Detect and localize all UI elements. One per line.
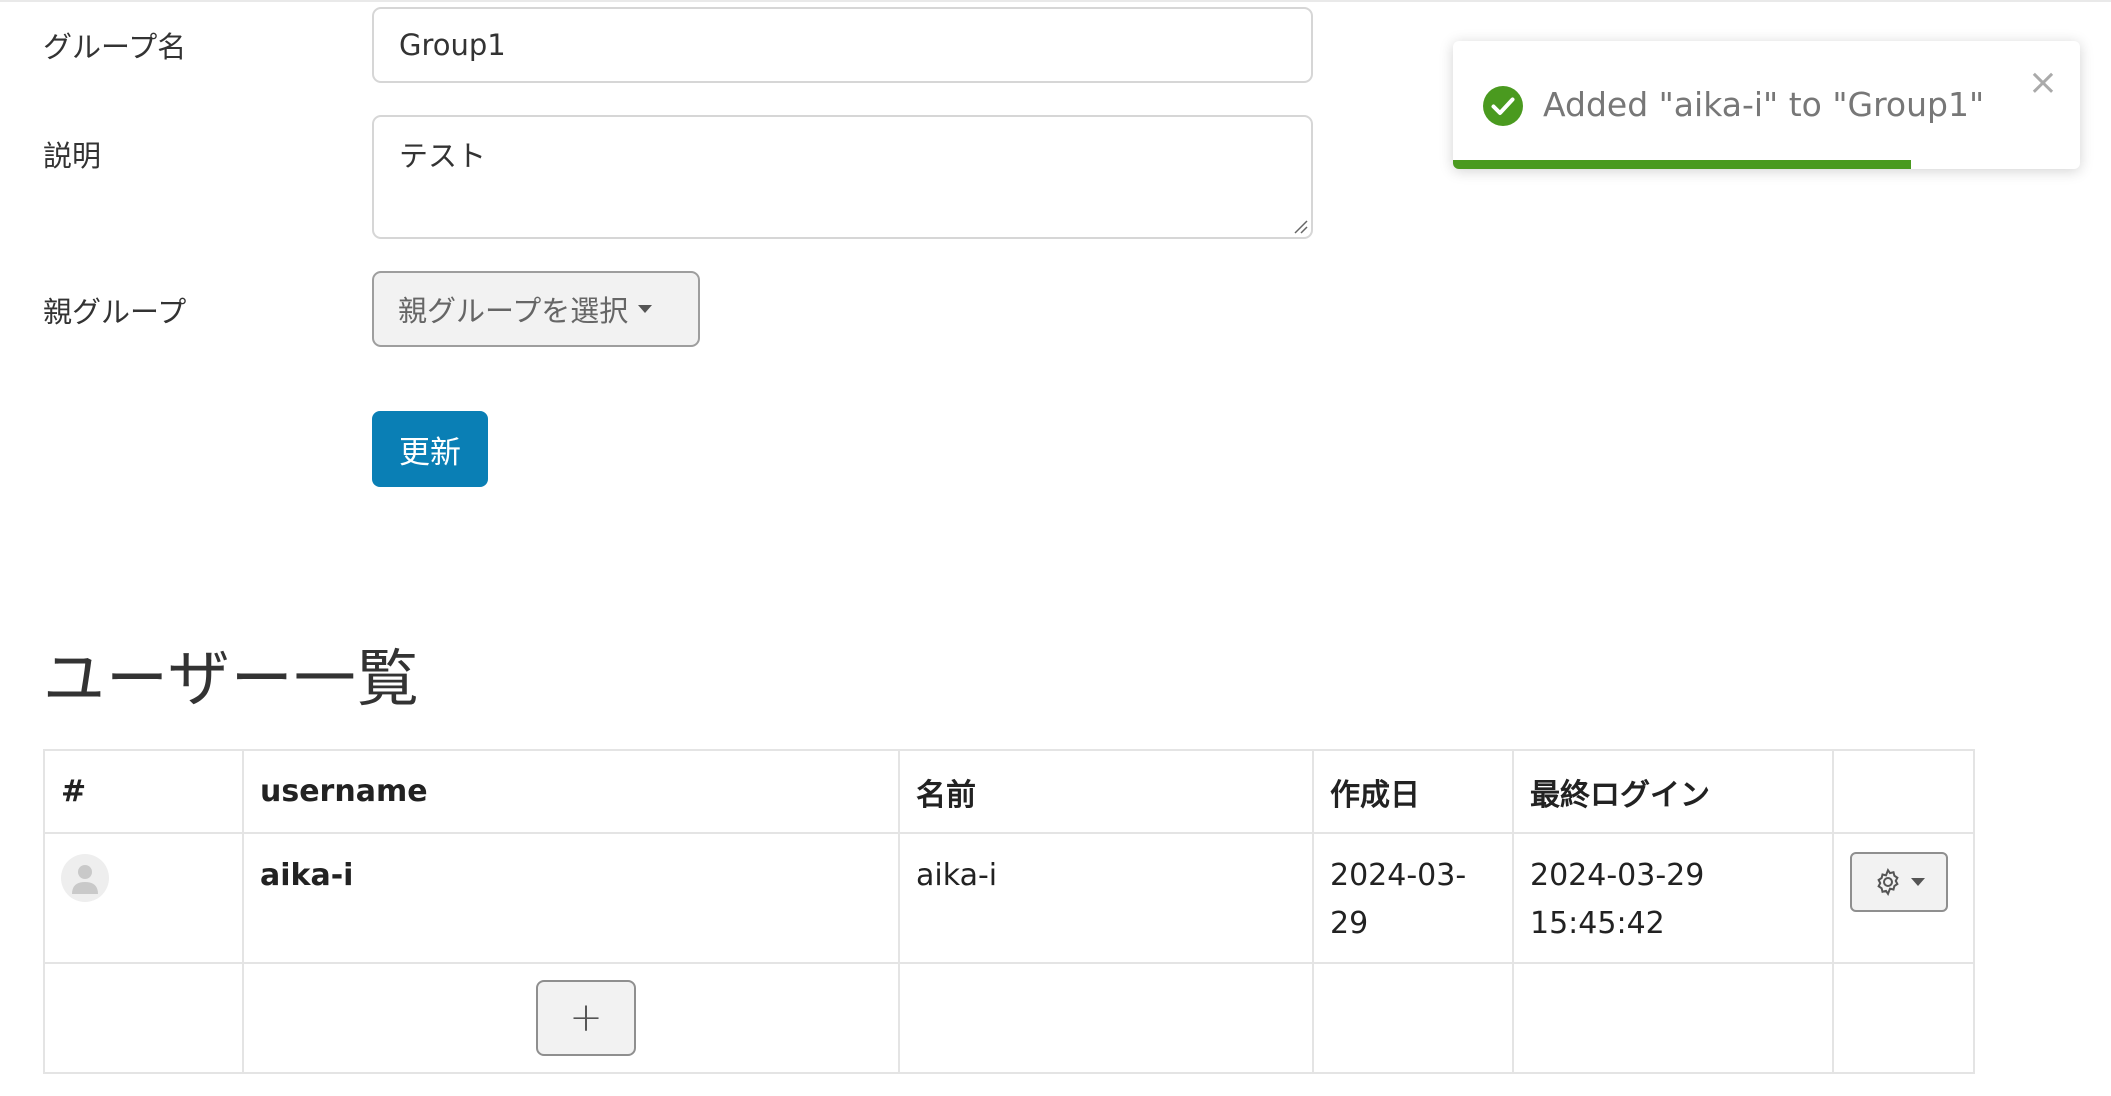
- add-row-cell-empty: [1312, 962, 1514, 1074]
- parent-group-dropdown[interactable]: 親グループを選択: [372, 271, 700, 347]
- last-login-date: 2024-03-29: [1530, 858, 1705, 893]
- caret-down-icon: [638, 305, 653, 313]
- add-row-cell: +: [242, 962, 900, 1074]
- avatar-cell: [43, 832, 244, 964]
- description-textarea[interactable]: テスト: [372, 115, 1313, 239]
- parent-group-label: 親グループ: [43, 295, 187, 329]
- add-user-button[interactable]: +: [536, 980, 636, 1056]
- column-header-created: 作成日: [1312, 749, 1514, 834]
- users-section-title: ユーザー一覧: [43, 642, 420, 715]
- created-date-line2: 29: [1330, 906, 1369, 941]
- success-toast: Added "aika-i" to "Group1" ×: [1453, 41, 2080, 169]
- created-date-line1: 2024-03-: [1330, 858, 1467, 893]
- avatar: [61, 854, 109, 902]
- users-table: # username 名前 作成日 最終ログイン aika-i aika-i 2…: [43, 749, 1975, 1074]
- table-row: aika-i aika-i 2024-03- 29 2024-03-29 15:…: [43, 832, 1975, 964]
- group-name-label: グループ名: [43, 30, 187, 64]
- user-placeholder-icon: [72, 865, 98, 894]
- username-link[interactable]: aika-i: [260, 858, 353, 893]
- column-header-username: username: [242, 749, 900, 834]
- toast-progress-track: [1453, 160, 2080, 169]
- username-cell: aika-i: [242, 832, 900, 964]
- column-header-name: 名前: [898, 749, 1314, 834]
- last-login-time: 15:45:42: [1530, 906, 1665, 941]
- created-cell: 2024-03- 29: [1312, 832, 1514, 964]
- last-login-cell: 2024-03-29 15:45:42: [1512, 832, 1834, 964]
- description-label: 説明: [43, 139, 102, 173]
- group-name-value: Group1: [399, 28, 506, 62]
- toast-message: Added "aika-i" to "Group1": [1543, 85, 1985, 124]
- column-header-index: #: [43, 749, 244, 834]
- gear-icon: [1877, 867, 1899, 897]
- top-border: [0, 0, 2111, 2]
- toast-progress-bar: [1453, 160, 1911, 169]
- resize-handle-icon[interactable]: [1292, 218, 1308, 234]
- add-row: +: [43, 962, 1975, 1074]
- row-actions-button[interactable]: [1850, 852, 1948, 912]
- actions-cell: [1832, 832, 1975, 964]
- add-row-cell-empty: [43, 962, 244, 1074]
- group-name-input[interactable]: Group1: [372, 7, 1313, 83]
- add-row-cell-empty: [1512, 962, 1834, 1074]
- toast-close-button[interactable]: ×: [2028, 65, 2058, 101]
- table-header-row: # username 名前 作成日 最終ログイン: [43, 749, 1975, 834]
- caret-down-icon: [1911, 878, 1925, 886]
- check-circle-icon: [1483, 86, 1523, 126]
- name-cell: aika-i: [898, 832, 1314, 964]
- add-row-cell-empty: [1832, 962, 1975, 1074]
- description-value: テスト: [399, 139, 487, 173]
- column-header-actions: [1832, 749, 1975, 834]
- parent-group-dropdown-label: 親グループを選択: [398, 294, 629, 328]
- update-button[interactable]: 更新: [372, 411, 488, 487]
- column-header-last-login: 最終ログイン: [1512, 749, 1834, 834]
- add-row-cell-empty: [898, 962, 1314, 1074]
